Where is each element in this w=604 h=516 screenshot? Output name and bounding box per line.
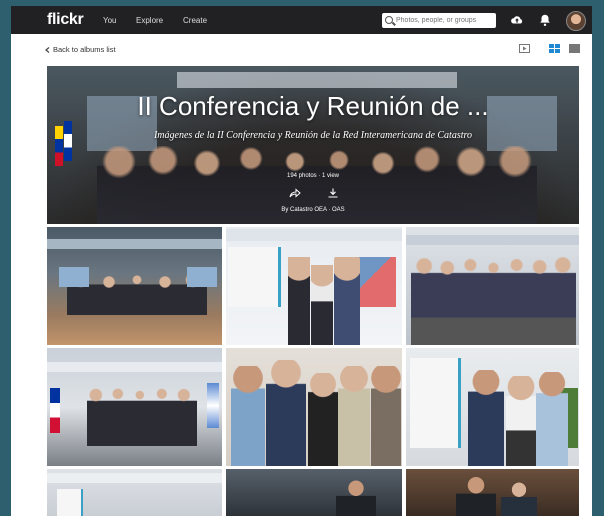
man-in-suit [468, 370, 504, 466]
nav-you[interactable]: You [103, 16, 117, 25]
man-in-suit [334, 257, 360, 345]
top-navigation-bar: flickr You Explore Create [11, 6, 592, 34]
grid-icon[interactable] [549, 44, 560, 53]
browser-viewport: flickr You Explore Create Back to albums… [11, 6, 592, 516]
man [371, 366, 401, 466]
projection-screen [59, 267, 89, 287]
chevron-left-icon[interactable] [45, 47, 50, 53]
photo-thumbnail[interactable] [406, 469, 579, 516]
flag [64, 121, 72, 161]
nav-explore[interactable]: Explore [136, 16, 163, 25]
list-icon[interactable] [569, 44, 580, 53]
seated-man [501, 481, 537, 516]
cloud-upload-icon[interactable] [510, 13, 524, 27]
projection-screen [187, 267, 217, 287]
banner-logo [57, 489, 83, 516]
woman [308, 373, 338, 466]
flag [207, 383, 219, 428]
album-subbar: Back to albums list [11, 34, 592, 64]
event-banner [226, 229, 402, 241]
banner-logo [228, 247, 281, 307]
download-icon[interactable] [327, 188, 339, 198]
photo-thumbnail[interactable] [226, 469, 402, 516]
search-input[interactable] [396, 14, 492, 26]
nav-create[interactable]: Create [183, 16, 207, 25]
bell-icon[interactable] [538, 13, 552, 27]
event-banner [47, 362, 222, 372]
photo-thumbnail[interactable] [226, 348, 402, 466]
group-of-people [87, 386, 197, 446]
search-icon[interactable] [385, 16, 393, 24]
flag [50, 388, 60, 433]
man [231, 366, 265, 466]
photo-thumbnail[interactable] [47, 348, 222, 466]
event-banner [406, 235, 579, 245]
event-banner [177, 72, 457, 88]
photo-thumbnail[interactable] [406, 227, 579, 345]
album-description: Imágenes de la II Conferencia y Reunión … [153, 130, 473, 141]
album-title: II Conferencia y Reunión de ... [137, 91, 489, 121]
event-banner [47, 239, 222, 249]
album-stats: 194 photos · 1 view [286, 173, 340, 179]
album-owner[interactable]: By Catastro OEA · OAS [47, 207, 579, 213]
man-in-suit [336, 479, 376, 516]
back-to-albums-link[interactable]: Back to albums list [53, 45, 116, 54]
event-banner [47, 473, 222, 483]
photo-thumbnail[interactable] [406, 348, 579, 466]
seated-man [456, 475, 496, 516]
search-box[interactable] [382, 13, 496, 28]
avatar[interactable] [566, 11, 586, 31]
slideshow-icon[interactable] [519, 44, 530, 53]
group-of-people [411, 252, 576, 345]
banner-logo [410, 358, 461, 448]
man [536, 372, 568, 466]
woman [338, 366, 370, 466]
flickr-logo[interactable]: flickr [47, 11, 84, 29]
photo-thumbnail[interactable] [226, 227, 402, 345]
album-cover[interactable]: II Conferencia y Reunión de ... Imágenes… [47, 66, 579, 224]
photo-thumbnail[interactable] [47, 227, 222, 345]
share-icon[interactable] [289, 188, 301, 198]
woman [311, 265, 333, 345]
man-in-suit [266, 360, 306, 466]
woman [506, 376, 536, 466]
photo-thumbnail[interactable] [47, 469, 222, 516]
man-in-suit [288, 257, 310, 345]
